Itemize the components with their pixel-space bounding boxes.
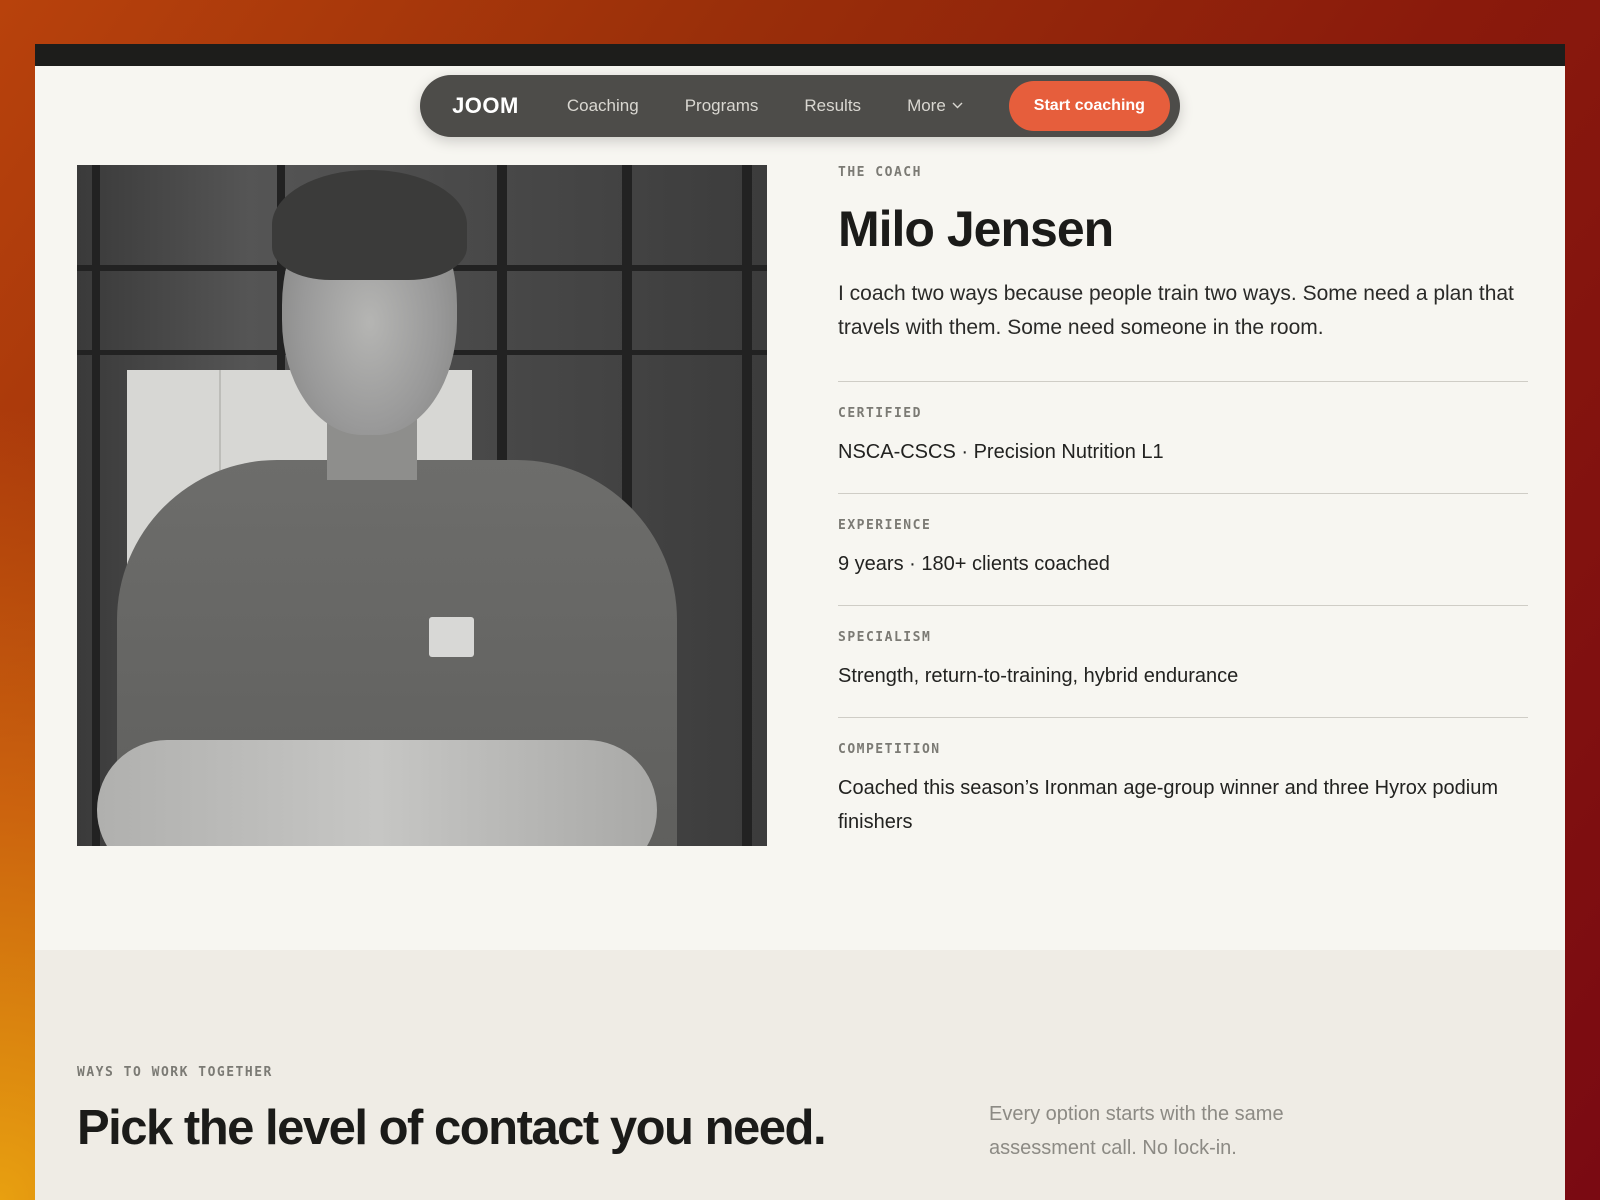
fact-competition: COMPETITION Coached this season’s Ironma…: [838, 718, 1528, 863]
fact-label: SPECIALISM: [838, 630, 932, 645]
section-title: Pick the level of contact you need.: [77, 1101, 827, 1155]
main-nav: JOOM Coaching Programs Results More Star…: [420, 75, 1180, 137]
fact-label: EXPERIENCE: [838, 518, 932, 533]
section-eyebrow: WAYS TO WORK TOGETHER: [77, 1065, 273, 1080]
fact-certified: CERTIFIED NSCA-CSCS · Precision Nutritio…: [838, 382, 1528, 493]
coach-eyebrow: THE COACH: [838, 165, 922, 180]
nav-link-more-label: More: [907, 96, 946, 115]
start-coaching-button[interactable]: Start coaching: [1008, 81, 1170, 131]
fact-value: Strength, return-to-training, hybrid end…: [838, 665, 1239, 687]
chevron-down-icon: [952, 100, 963, 112]
coach-name: Milo Jensen: [838, 201, 1114, 257]
nav-wrapper: JOOM Coaching Programs Results More Star…: [35, 75, 1565, 137]
window-top-bar: [35, 44, 1565, 66]
logo[interactable]: JOOM: [452, 93, 519, 119]
nav-link-programs[interactable]: Programs: [685, 96, 759, 116]
nav-link-coaching[interactable]: Coaching: [567, 96, 639, 116]
work-together-section: WAYS TO WORK TOGETHER Pick the level of …: [35, 950, 1565, 1200]
browser-window: JOOM Coaching Programs Results More Star…: [35, 44, 1565, 1200]
fact-value: Coached this season’s Ironman age-group …: [838, 777, 1499, 833]
fact-experience: EXPERIENCE 9 years · 180+ clients coache…: [838, 494, 1528, 605]
fact-label: COMPETITION: [838, 742, 941, 757]
coach-info: THE COACH Milo Jensen I coach two ways b…: [838, 165, 1528, 863]
fact-label: CERTIFIED: [838, 406, 922, 421]
nav-link-results[interactable]: Results: [804, 96, 861, 116]
nav-link-more[interactable]: More: [907, 96, 963, 116]
fact-value: 9 years · 180+ clients coached: [838, 553, 1110, 575]
coach-intro: I coach two ways because people train tw…: [838, 282, 1514, 339]
fact-specialism: SPECIALISM Strength, return-to-training,…: [838, 606, 1528, 717]
fact-value: NSCA-CSCS · Precision Nutrition L1: [838, 441, 1164, 463]
coach-photo: [77, 165, 767, 846]
section-note: Every option starts with the same assess…: [989, 1103, 1284, 1159]
